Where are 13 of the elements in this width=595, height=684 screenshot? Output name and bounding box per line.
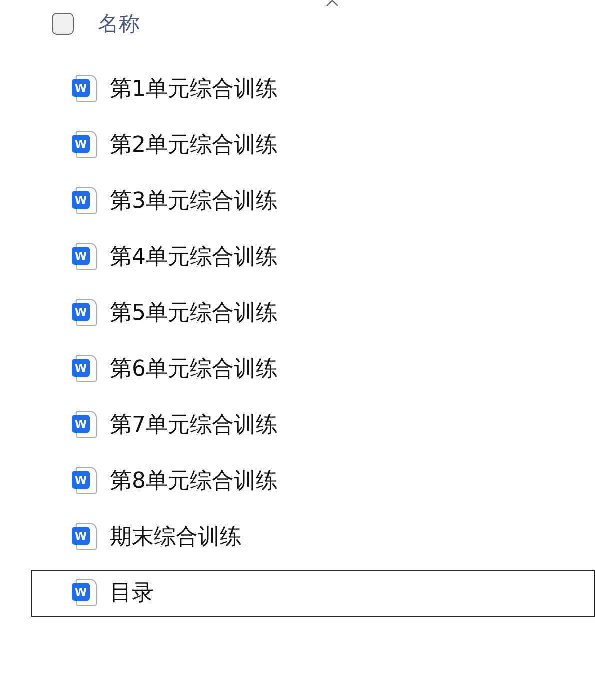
file-item[interactable]: W 第7单元综合训练: [31, 402, 595, 448]
select-all-checkbox[interactable]: [52, 13, 74, 35]
sort-caret-icon[interactable]: [326, 0, 339, 6]
file-item[interactable]: W 目录: [31, 570, 595, 616]
file-item[interactable]: W 第4单元综合训练: [31, 234, 595, 280]
file-item[interactable]: W 期末综合训练: [31, 514, 595, 560]
file-item[interactable]: W 第2单元综合训练: [31, 122, 595, 168]
column-header[interactable]: 名称: [98, 10, 140, 38]
file-item[interactable]: W 第6单元综合训练: [31, 346, 595, 392]
file-item[interactable]: W 第8单元综合训练: [31, 458, 595, 504]
file-item[interactable]: W 第3单元综合训练: [31, 178, 595, 224]
file-item[interactable]: W 第5单元综合训练: [31, 290, 595, 336]
file-item[interactable]: W 第1单元综合训练: [31, 66, 595, 112]
